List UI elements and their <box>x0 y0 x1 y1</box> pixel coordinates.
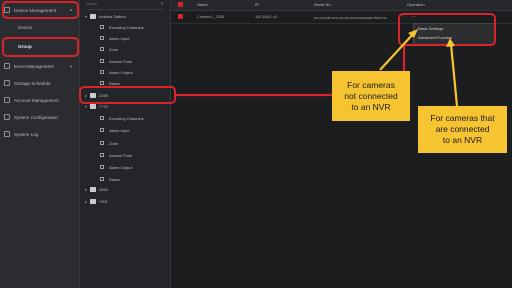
cell-name: Camera 1_2255 <box>197 15 225 19</box>
table-header: Name IP Serial No. Operation <box>171 0 512 11</box>
callout-connected: For cameras that are connected to an NVR <box>418 106 507 153</box>
cell-ip: 192.168.1.41 <box>255 15 278 19</box>
tree-node-leaf[interactable]: Alarm Input <box>100 125 129 135</box>
tree-node-label: Alarm Output <box>109 164 133 170</box>
tree-node-label: Alarm Output <box>109 69 133 75</box>
channel-icon <box>100 25 104 29</box>
radar-icon <box>100 177 104 181</box>
nav-storage-schedule[interactable]: Storage Schedule <box>4 77 51 89</box>
tree-search-placeholder: Search <box>86 2 98 6</box>
account-icon <box>4 97 10 103</box>
nav-event-management-label: Event Management <box>14 63 54 69</box>
tree-node-leaf[interactable]: Alarm Output <box>100 67 133 77</box>
alarm-input-icon <box>100 128 104 132</box>
tree-node-leaf[interactable]: Encoding Channels <box>100 22 144 32</box>
callout-not-connected: For cameras not connected to an NVR <box>332 71 410 121</box>
chevron-down-icon: ▼ <box>69 64 73 69</box>
highlight-device-management <box>2 1 79 19</box>
column-operation[interactable]: Operation <box>407 2 425 7</box>
callout-line: For cameras that <box>430 113 495 123</box>
tree-node-leaf[interactable]: Access Point <box>100 150 132 160</box>
channel-icon <box>100 116 104 120</box>
nav-device[interactable]: Device <box>18 25 32 30</box>
search-icon[interactable]: ⌕ <box>161 1 164 8</box>
storage-icon <box>4 80 10 86</box>
tree-node-label: Zone <box>109 140 119 146</box>
nav-system-log[interactable]: System Log <box>4 128 38 140</box>
callout-line: For cameras <box>347 79 395 90</box>
tree-node-label: Radar <box>109 80 120 86</box>
highlight-folder <box>79 86 176 104</box>
tree-node-label: Radar <box>109 176 120 182</box>
folder-icon <box>90 198 96 204</box>
tree-node-leaf[interactable]: Zone <box>100 138 118 148</box>
access-point-icon <box>100 153 104 157</box>
alarm-input-icon <box>100 36 104 40</box>
callout-line: to an NVR <box>351 101 391 112</box>
column-name[interactable]: Name <box>197 2 208 7</box>
tree-node-folder[interactable]: ▸ 7901 <box>85 196 108 206</box>
tree-node-label: Access Point <box>109 152 133 158</box>
tree-node-label: Alarm Input <box>109 35 130 41</box>
row-checkbox[interactable] <box>178 14 183 19</box>
column-ip[interactable]: IP <box>255 2 259 7</box>
event-icon <box>4 63 10 69</box>
tree-node-leaf[interactable]: Alarm Input <box>100 33 129 43</box>
tree-node-leaf[interactable]: Zone <box>100 44 118 54</box>
cell-serial: DS-2CD2387G2P-LSU/SL20190123AAWRF7894F74… <box>314 16 387 20</box>
tree-node-label: Access Point <box>109 58 133 64</box>
nav-system-configuration-label: System Configuration <box>14 114 58 120</box>
tree-node-label: Indiana Station <box>99 13 126 19</box>
tree-node-folder[interactable]: ▾ Indiana Station <box>85 11 126 21</box>
zone-icon <box>100 47 104 51</box>
tree-node-label: 2664 <box>99 186 108 192</box>
tree-search[interactable]: Search ⌕ <box>86 1 164 10</box>
nav-storage-schedule-label: Storage Schedule <box>14 80 51 86</box>
tree-node-label: 7901 <box>99 198 108 204</box>
nav-account-management-label: Account Management <box>14 97 59 103</box>
folder-icon <box>90 13 96 19</box>
tree-node-folder[interactable]: ▸ 2664 <box>85 184 108 194</box>
tree-node-leaf[interactable]: Radar <box>100 174 120 184</box>
callout-line: not connected <box>344 90 398 101</box>
select-all-checkbox[interactable] <box>178 2 183 7</box>
nav-system-configuration[interactable]: System Configuration <box>4 111 58 123</box>
alarm-output-icon <box>100 70 104 74</box>
callout-line: are connected <box>435 124 490 134</box>
tree-node-leaf[interactable]: Encoding Channels <box>100 113 144 123</box>
group-tree: Search ⌕ ▾ Indiana Station Encoding Chan… <box>80 0 171 288</box>
zone-icon <box>100 141 104 145</box>
nav-system-log-label: System Log <box>14 131 39 137</box>
folder-icon <box>90 186 96 192</box>
highlight-operation-menu <box>398 13 496 46</box>
callout-line: to an NVR <box>442 135 483 145</box>
nav-event-management[interactable]: Event Management <box>4 60 54 72</box>
tree-node-label: 7770 <box>99 103 108 109</box>
tree-node-label: Zone <box>109 46 119 52</box>
tree-node-leaf[interactable]: Alarm Output <box>100 162 133 172</box>
log-icon <box>4 131 10 137</box>
folder-icon <box>90 103 96 109</box>
tree-node-label: Encoding Channels <box>109 24 144 30</box>
radar-icon <box>100 81 104 85</box>
highlight-group <box>2 37 79 57</box>
alarm-output-icon <box>100 165 104 169</box>
nav-account-management[interactable]: Account Management <box>4 94 59 106</box>
tree-node-label: Encoding Channels <box>109 115 144 121</box>
tree-node-leaf[interactable]: Access Point <box>100 56 132 66</box>
access-point-icon <box>100 59 104 63</box>
config-icon <box>4 114 10 120</box>
tree-node-label: Alarm Input <box>109 127 130 133</box>
column-serial[interactable]: Serial No. <box>314 2 332 7</box>
